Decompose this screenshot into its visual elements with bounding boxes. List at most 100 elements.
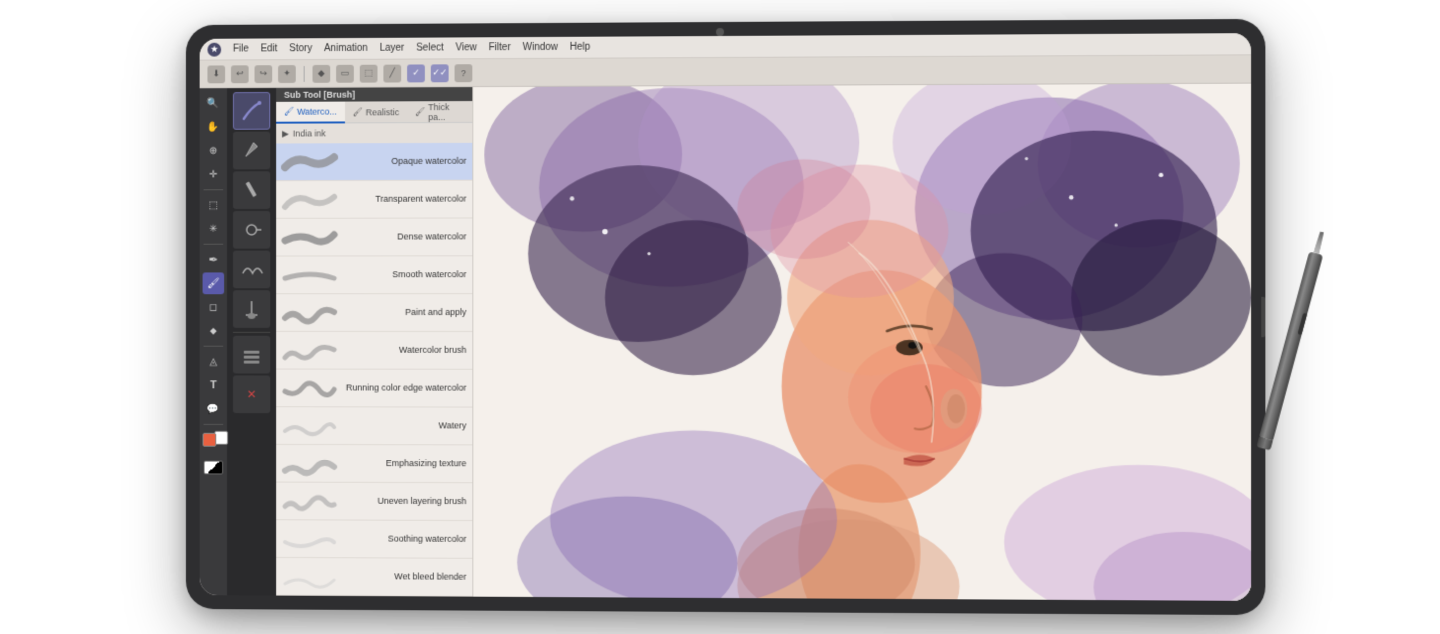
brush-item-running[interactable]: Running color edge watercolor [276, 370, 472, 408]
checker-pattern[interactable] [204, 461, 224, 475]
tab-watercolor[interactable]: 🖌 Waterco... [276, 101, 345, 123]
tool-check[interactable]: ✓ [407, 64, 425, 82]
brush-name-watery: Watery [339, 420, 468, 431]
screen: ★ File Edit Story Animation Layer Select… [200, 33, 1251, 601]
brush-preview-opaque [280, 146, 339, 178]
brush-tabs: 🖌 Waterco... 🖌 Realistic 🖌 Thick pa... [276, 101, 472, 124]
tool-move[interactable]: ✛ [203, 163, 225, 185]
brush-item-wet[interactable]: Wet bleed blender [276, 558, 472, 597]
tool-undo[interactable]: ↩ [231, 65, 249, 83]
tool-fill[interactable]: ◆ [312, 64, 330, 82]
brush-name-opaque: Opaque watercolor [339, 156, 468, 167]
brush-preview-watercolor [280, 334, 339, 366]
canvas-area [473, 84, 1251, 601]
subtool-pencil[interactable] [233, 171, 270, 209]
brush-preview-transparent [280, 183, 339, 215]
brush-name-watercolor: Watercolor brush [339, 345, 468, 356]
tool-speech[interactable]: 💬 [203, 398, 225, 420]
brush-preview-smooth [280, 259, 339, 291]
tool-redo[interactable]: ↪ [255, 65, 273, 83]
app-logo: ★ [207, 42, 221, 56]
brush-name-running: Running color edge watercolor [339, 383, 468, 394]
tool-sparkle[interactable]: ✦ [278, 65, 296, 83]
tool-lasso[interactable]: ✳ [203, 218, 225, 240]
brush-panel: Sub Tool [Brush] 🖌 Waterco... 🖌 Realisti… [276, 87, 473, 597]
brush-item-dense[interactable]: Dense watercolor [276, 218, 472, 256]
brush-item-smooth[interactable]: Smooth watercolor [276, 256, 472, 294]
tool-rect-select[interactable]: ▭ [336, 64, 354, 82]
tab-realistic-label: Realistic [366, 107, 400, 117]
tool-snap[interactable]: ⬇ [207, 65, 225, 83]
tab-thick-label: Thick pa... [428, 102, 464, 122]
main-area: 🔍 ✋ ⊕ ✛ ⬚ ✳ ✒ 🖌 ◻ ⬥ ◬ T 💬 [200, 84, 1251, 601]
menu-story[interactable]: Story [289, 43, 312, 54]
menu-file[interactable]: File [233, 44, 249, 55]
brush-name-smooth: Smooth watercolor [339, 269, 468, 280]
brush-item-paint[interactable]: Paint and apply [276, 294, 472, 332]
tab-watercolor-label: Waterco... [297, 106, 337, 116]
brush-item-soothing[interactable]: Soothing watercolor [276, 520, 472, 559]
brush-category-india[interactable]: ▶ India ink [276, 123, 472, 144]
menu-help[interactable]: Help [570, 42, 590, 53]
menu-layer[interactable]: Layer [380, 43, 405, 54]
subtool-blend[interactable] [233, 251, 270, 289]
subtool-layers[interactable] [233, 336, 270, 374]
brush-item-emphasizing[interactable]: Emphasizing texture [276, 445, 472, 483]
tool-check2[interactable]: ✓✓ [431, 64, 449, 82]
brush-item-opaque[interactable]: Opaque watercolor [276, 143, 472, 181]
menu-edit[interactable]: Edit [261, 43, 278, 54]
tool-pen[interactable]: ✒ [203, 249, 225, 271]
tool-shape[interactable]: ◬ [203, 351, 225, 373]
tool-help[interactable]: ? [455, 64, 473, 82]
left-toolbar: 🔍 ✋ ⊕ ✛ ⬚ ✳ ✒ 🖌 ◻ ⬥ ◬ T 💬 [200, 88, 227, 595]
brush-preview-paint [280, 297, 339, 329]
stylus-body [1259, 251, 1323, 440]
menu-window[interactable]: Window [523, 42, 558, 53]
color-swatches [203, 433, 225, 457]
tablet: ★ File Edit Story Animation Layer Select… [186, 19, 1265, 615]
brush-preview-soothing [280, 523, 339, 555]
brush-preview-wet [280, 560, 339, 592]
menu-animation[interactable]: Animation [324, 43, 368, 54]
subtool-fill[interactable] [233, 290, 270, 328]
stylus-button[interactable] [1298, 313, 1308, 336]
subtool-popup-title: Sub Tool [Brush] [276, 87, 472, 102]
tool-rotate[interactable]: ⊕ [203, 140, 225, 162]
subtool-brush[interactable] [233, 92, 270, 130]
tool-text[interactable]: T [203, 374, 225, 396]
brush-item-uneven[interactable]: Uneven layering brush [276, 483, 472, 521]
menu-filter[interactable]: Filter [489, 42, 511, 53]
tablet-side-button[interactable] [1261, 297, 1265, 337]
category-label: India ink [293, 128, 326, 138]
brush-name-dense: Dense watercolor [339, 232, 468, 243]
scene: ★ File Edit Story Animation Layer Select… [0, 0, 1440, 634]
tool-zoom[interactable]: 🔍 [203, 92, 225, 114]
tool-brush[interactable]: 🖌 [203, 272, 225, 294]
brush-preview-running [280, 372, 339, 404]
subtool-airbrush[interactable] [233, 211, 270, 249]
stylus-tip [1313, 231, 1325, 254]
tool-transform[interactable]: ⬚ [360, 64, 378, 82]
tab-realistic[interactable]: 🖌 Realistic [345, 101, 407, 123]
brush-name-transparent: Transparent watercolor [339, 194, 468, 205]
tool-line[interactable]: ╱ [383, 64, 401, 82]
tab-thick[interactable]: 🖌 Thick pa... [407, 101, 472, 123]
tool-select-rect[interactable]: ⬚ [203, 194, 225, 216]
tool-fill-bucket[interactable]: ⬥ [203, 320, 225, 342]
subtool-divider [233, 332, 270, 333]
menu-select[interactable]: Select [416, 42, 443, 53]
subtool-pen[interactable] [233, 132, 270, 170]
brush-preview-uneven [280, 485, 339, 517]
tool-eraser[interactable]: ◻ [203, 296, 225, 318]
menu-view[interactable]: View [456, 42, 477, 53]
tool-hand[interactable]: ✋ [203, 116, 225, 138]
brush-item-watery[interactable]: Watery [276, 407, 472, 445]
secondary-color[interactable] [214, 431, 228, 445]
brush-name-emphasizing: Emphasizing texture [339, 458, 468, 469]
category-arrow: ▶ [282, 128, 289, 139]
primary-color[interactable] [203, 433, 217, 447]
brush-list: Opaque watercolor Transparent watercolor [276, 143, 472, 597]
subtool-delete[interactable]: ✕ [233, 375, 270, 413]
brush-item-watercolor[interactable]: Watercolor brush [276, 332, 472, 370]
brush-item-transparent[interactable]: Transparent watercolor [276, 181, 472, 219]
